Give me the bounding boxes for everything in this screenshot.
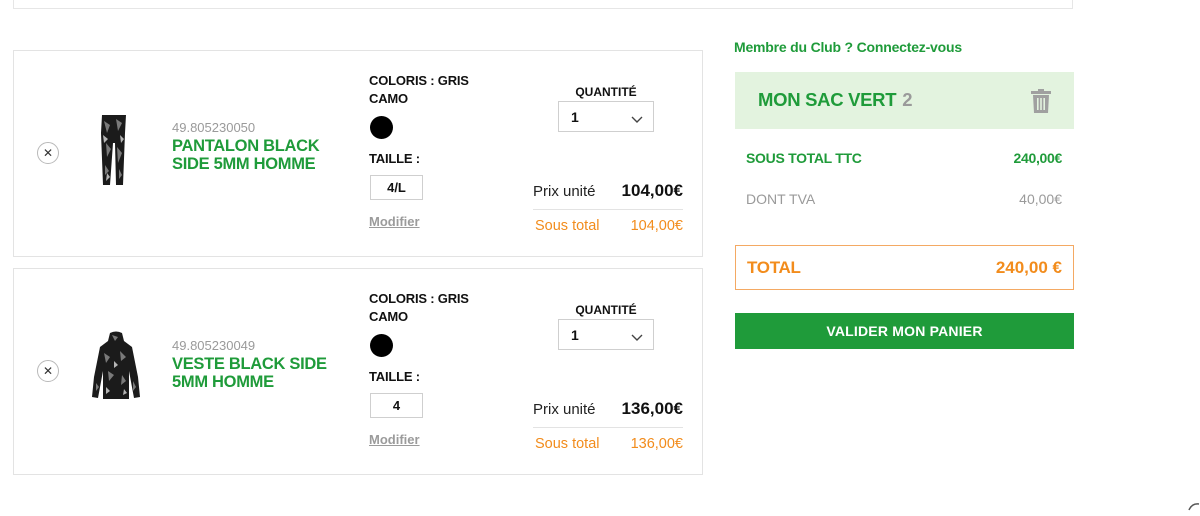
unit-price-label: Prix unité [533, 182, 596, 200]
color-label: COLORIS : GRIS CAMO [369, 73, 469, 106]
subtotal-row: Sous total 104,00€ [535, 218, 683, 234]
subtotal-row: Sous total 136,00€ [535, 436, 683, 452]
quantity-label: QUANTITÉ [575, 303, 637, 317]
product-ref: 49.805230049 [172, 338, 256, 353]
chevron-down-icon [631, 111, 643, 127]
quantity-select[interactable]: 1 [558, 101, 654, 132]
size-value: 4/L [370, 175, 423, 200]
total-label: TOTAL [747, 257, 801, 277]
wetsuit-jacket-image[interactable] [88, 331, 144, 410]
product-ref: 49.805230050 [172, 120, 256, 135]
unit-price-value: 104,00€ [621, 181, 683, 200]
subtotal-ttc-value: 240,00€ [1013, 150, 1062, 166]
member-login-link[interactable]: Membre du Club ? Connectez-vous [734, 39, 962, 55]
total-value: 240,00 € [995, 257, 1062, 277]
quantity-value: 1 [571, 108, 579, 125]
unit-price-row: Prix unité 136,00€ [533, 391, 683, 427]
unit-price-row: Prix unité 104,00€ [533, 173, 683, 209]
size-value: 4 [370, 393, 423, 418]
modify-link[interactable]: Modifier [369, 432, 420, 447]
close-icon: ✕ [42, 364, 54, 378]
previous-section-border [13, 0, 1073, 9]
bag-title: MON SAC VERT 2 [758, 89, 913, 111]
tax-value: 40,00€ [1019, 191, 1062, 207]
cart-item: ✕ 49.805230049 VESTE BLACK SIDE 5MM HOMM… [13, 268, 703, 475]
tax-label: DONT TVA [746, 191, 816, 207]
subtotal-value: 136,00€ [630, 436, 683, 452]
unit-price-label: Prix unité [533, 400, 596, 418]
remove-item-button[interactable]: ✕ [37, 142, 59, 164]
bag-title-text: MON SAC VERT [758, 89, 897, 110]
color-swatch [370, 334, 393, 357]
product-name[interactable]: PANTALON BLACK SIDE 5MM HOMME [172, 137, 342, 173]
price-divider [533, 427, 683, 428]
price-divider [533, 209, 683, 210]
unit-price-value: 136,00€ [621, 399, 683, 418]
close-icon: ✕ [42, 146, 54, 160]
quantity-value: 1 [571, 326, 579, 343]
chevron-down-icon [631, 329, 643, 345]
size-label: TAILLE : [369, 151, 420, 166]
bag-header: MON SAC VERT 2 [735, 72, 1074, 129]
modify-link[interactable]: Modifier [369, 214, 420, 229]
quantity-select[interactable]: 1 [558, 319, 654, 350]
validate-cart-button[interactable]: VALIDER MON PANIER [735, 313, 1074, 349]
color-label: COLORIS : GRIS CAMO [369, 291, 469, 324]
trash-icon[interactable] [1031, 89, 1051, 118]
tax-row: DONT TVA 40,00€ [746, 191, 1062, 207]
total-box: TOTAL 240,00 € [735, 245, 1074, 290]
size-label: TAILLE : [369, 369, 420, 384]
wetsuit-pants-image[interactable] [94, 113, 134, 194]
subtotal-label: Sous total [535, 436, 600, 452]
color-swatch [370, 116, 393, 139]
subtotal-ttc-row: SOUS TOTAL TTC 240,00€ [746, 150, 1062, 166]
subtotal-label: Sous total [535, 218, 600, 234]
quantity-label: QUANTITÉ [575, 85, 637, 99]
remove-item-button[interactable]: ✕ [37, 360, 59, 382]
cart-item: ✕ 49.805230050 PANTALON BLACK SIDE 5MM H… [13, 50, 703, 257]
subtotal-ttc-label: SOUS TOTAL TTC [746, 150, 862, 166]
bag-count: 2 [902, 89, 913, 110]
corner-mark [1188, 498, 1200, 516]
product-name[interactable]: VESTE BLACK SIDE 5MM HOMME [172, 355, 342, 391]
subtotal-value: 104,00€ [630, 218, 683, 234]
